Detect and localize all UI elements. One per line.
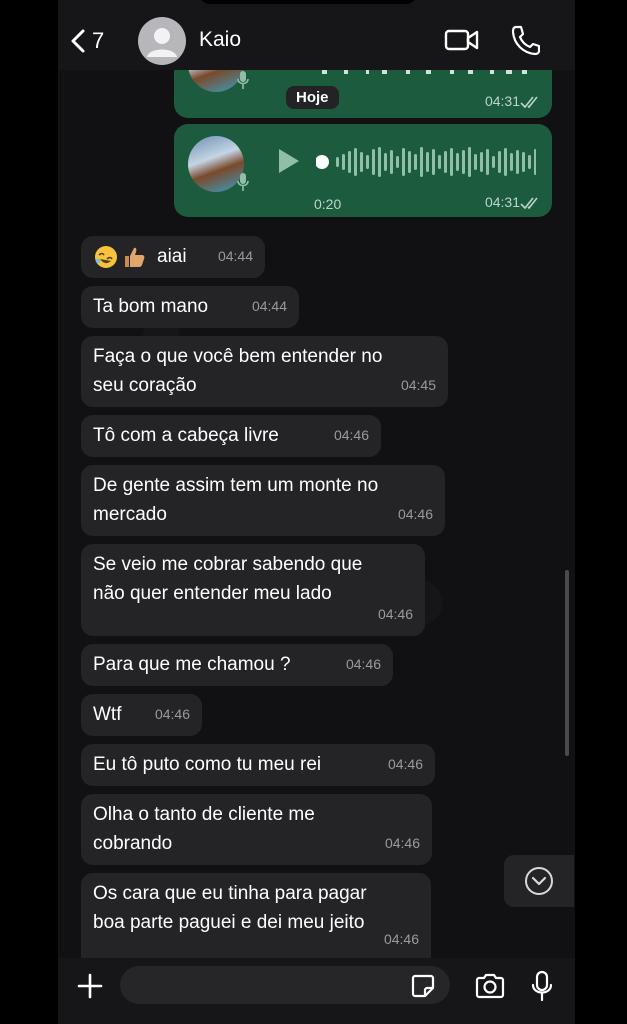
incoming-message[interactable]: Para que me chamou ? 04:46: [81, 644, 393, 686]
default-avatar-icon: [147, 28, 177, 57]
microphone-icon[interactable]: [531, 970, 553, 1002]
waveform-bar: [498, 151, 501, 173]
waveform-bar: [390, 150, 393, 174]
contact-name[interactable]: Kaio: [199, 28, 241, 52]
waveform-bar: [408, 151, 411, 173]
incoming-message[interactable]: Olha o tanto de cliente me cobrando 04:4…: [81, 794, 432, 865]
waveform-bar: [354, 148, 357, 176]
message-time: 04:46: [345, 656, 381, 672]
waveform-bar: [372, 149, 375, 175]
message-composer: [58, 958, 575, 1024]
waveform-bar: [504, 148, 507, 176]
camera-icon[interactable]: [474, 972, 506, 1000]
waveform-bar: [534, 149, 536, 175]
read-receipt-icon: [520, 96, 538, 109]
message-time: 04:46: [387, 756, 423, 772]
waveform-bar: [420, 147, 423, 177]
waveform-bar: [396, 156, 399, 168]
message-time: 04:46: [154, 706, 190, 722]
message-time: 04:31: [484, 194, 520, 210]
waveform-bar: [438, 155, 441, 169]
thumbs-up-emoji: [125, 247, 145, 267]
waveform-bar: [474, 154, 477, 170]
waveform-bar: [366, 155, 369, 169]
waveform-bar: [456, 153, 459, 171]
message-text: aiai: [157, 246, 187, 267]
mic-icon: [237, 71, 249, 89]
read-receipt-icon: [520, 197, 538, 210]
play-icon[interactable]: [276, 146, 302, 176]
incoming-message[interactable]: De gente assim tem um monte no mercado 0…: [81, 465, 445, 536]
message-text: Tô com a cabeça livre: [93, 425, 279, 446]
waveform-bar: [360, 152, 363, 172]
unread-count: 7: [92, 28, 105, 53]
waveform-bar: [384, 153, 387, 171]
video-call-icon[interactable]: [444, 25, 480, 55]
waveform-bar: [486, 149, 489, 175]
message-time: 04:46: [383, 931, 419, 947]
waveform-bar: [462, 150, 465, 174]
waveform-bar: [426, 152, 429, 172]
message-text: Faça o que você bem entender no seu cora…: [93, 346, 383, 396]
chat-screen: 7 Kaio 04:31 Hoje 0:20 04:31 aiai 04:44 …: [58, 0, 575, 1024]
scroll-to-bottom-button[interactable]: [504, 855, 574, 907]
waveform-bar: [378, 147, 381, 177]
audio-message[interactable]: 0:20 04:31: [174, 124, 552, 217]
incoming-message[interactable]: Eu tô puto como tu meu rei 04:46: [81, 744, 435, 786]
message-text: Olha o tanto de cliente me cobrando: [93, 804, 315, 854]
incoming-message[interactable]: aiai 04:44: [81, 236, 265, 278]
message-input[interactable]: [120, 966, 450, 1004]
sticker-icon[interactable]: [410, 973, 436, 999]
message-text: Os cara que eu tinha para pagar boa part…: [93, 883, 367, 933]
device-notch: [198, 0, 418, 4]
chat-header: 7 Kaio: [58, 0, 575, 70]
chevron-left-icon: [71, 29, 85, 53]
message-time: 04:46: [384, 835, 420, 851]
back-button[interactable]: 7: [68, 24, 108, 58]
contact-avatar[interactable]: [138, 17, 186, 65]
audio-duration: 0:20: [314, 196, 342, 212]
message-time: 04:46: [377, 606, 413, 622]
waveform-bar: [522, 152, 525, 172]
waveform-bar: [444, 151, 447, 173]
message-time: 04:44: [217, 248, 253, 264]
playhead[interactable]: [316, 155, 329, 169]
message-time: 04:44: [251, 298, 287, 314]
incoming-message[interactable]: Se veio me cobrar sabendo que não quer e…: [81, 544, 425, 636]
mic-icon: [237, 173, 249, 191]
message-time: 04:46: [333, 427, 369, 443]
waveform-bar: [414, 154, 417, 170]
waveform-bar: [342, 154, 345, 170]
waveform-bar: [480, 152, 483, 172]
rolling-on-floor-laughing-emoji: [95, 245, 117, 268]
message-text: Para que me chamou ?: [93, 654, 291, 675]
message-time: 04:46: [397, 506, 433, 522]
date-separator: Hoje: [286, 86, 339, 109]
message-text: Se veio me cobrar sabendo que não quer e…: [93, 554, 363, 604]
chevron-down-circle-icon: [525, 867, 553, 895]
audio-waveform[interactable]: [316, 142, 536, 182]
message-text: Eu tô puto como tu meu rei: [93, 754, 322, 775]
waveform-bar: [468, 147, 471, 177]
waveform-bar: [492, 156, 495, 168]
incoming-message[interactable]: Os cara que eu tinha para pagar boa part…: [81, 873, 431, 968]
incoming-message[interactable]: Wtf 04:46: [81, 694, 202, 736]
waveform-bar: [510, 153, 513, 171]
phone-call-icon[interactable]: [510, 24, 540, 56]
incoming-message[interactable]: Faça o que você bem entender no seu cora…: [81, 336, 448, 407]
message-text: De gente assim tem um monte no mercado: [93, 475, 379, 525]
waveform-bar: [336, 157, 339, 167]
waveform-bar: [450, 148, 453, 176]
waveform-bar: [432, 149, 435, 175]
incoming-message[interactable]: Ta bom mano 04:44: [81, 286, 299, 328]
waveform-bar: [528, 155, 531, 169]
waveform-bar: [516, 150, 519, 174]
incoming-message[interactable]: Tô com a cabeça livre 04:46: [81, 415, 381, 457]
waveform-bar: [402, 148, 405, 176]
message-time: 04:45: [400, 377, 436, 393]
plus-icon[interactable]: [76, 972, 104, 1000]
waveform-bar: [348, 151, 351, 173]
scrollbar[interactable]: [565, 570, 569, 756]
message-time: 04:31: [484, 93, 520, 109]
